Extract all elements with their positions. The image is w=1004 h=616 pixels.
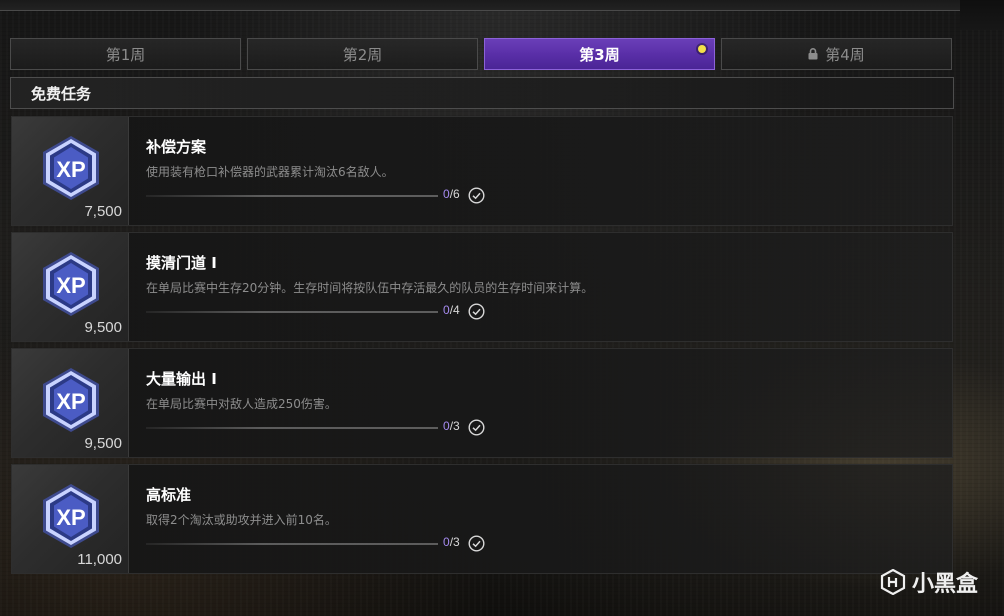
mission-body: 大量输出 I 在单局比赛中对敌人造成250伤害。 0/3 [129,349,952,457]
progress-bar [146,311,438,313]
progress-total: /3 [449,419,460,433]
week-tabs: 第1周 第2周 第3周 第4周 [10,38,952,72]
mission-reward: XP 9,500 [12,233,129,341]
progress-total: /4 [449,303,460,317]
watermark-text: 小黑盒 [911,572,978,597]
tab-week-1[interactable]: 第1周 [10,38,241,70]
tab-label: 第2周 [342,45,383,64]
tab-label: 第3周 [579,45,620,64]
mission-body: 摸清门道 I 在单局比赛中生存20分钟。生存时间将按队伍中存活最久的队员的生存时… [129,233,952,341]
mission-title: 高标准 [146,486,192,504]
tab-week-3[interactable]: 第3周 [484,38,715,70]
mission-reward: XP 7,500 [12,117,129,225]
xp-badge-icon: XP [43,368,99,432]
mission-body: 补偿方案 使用装有枪口补偿器的武器累计淘汰6名敌人。 0/6 [129,117,952,225]
tab-label: 第1周 [105,45,146,64]
progress-bar [146,195,438,197]
progress-count: 0/3 [443,535,460,549]
mission-body: 高标准 取得2个淘汰或助攻并进入前10名。 0/3 [129,465,952,573]
progress-count: 0/6 [443,187,460,201]
xp-badge-icon: XP [43,252,99,316]
mission-description: 在单局比赛中对敌人造成250伤害。 [146,397,337,411]
section-title: 免费任务 [31,84,92,103]
reward-xp-amount: 9,500 [84,435,122,452]
reward-xp-amount: 7,500 [84,203,122,220]
mission-description: 在单局比赛中生存20分钟。生存时间将按队伍中存活最久的队员的生存时间来计算。 [146,281,594,295]
reward-xp-amount: 11,000 [77,551,122,568]
progress-count: 0/4 [443,303,460,317]
mission-description: 取得2个淘汰或助攻并进入前10名。 [146,513,337,527]
heybox-logo-icon [880,569,906,595]
check-circle-icon[interactable] [468,535,485,552]
new-indicator-dot [698,45,706,53]
tab-week-4[interactable]: 第4周 [721,38,952,70]
tab-label: 第4周 [825,45,865,64]
progress-count: 0/3 [443,419,460,433]
svg-text:XP: XP [56,505,85,530]
progress-total: /6 [449,187,460,201]
top-panel-edge [0,0,960,11]
progress-bar [146,427,438,429]
mission-reward: XP 9,500 [12,349,129,457]
check-circle-icon[interactable] [468,303,485,320]
svg-text:XP: XP [56,389,85,414]
svg-text:XP: XP [56,273,85,298]
progress-current: 0 [443,535,450,549]
watermark: 小黑盒 [880,566,978,598]
progress-current: 0 [443,303,450,317]
top-right-shadow [960,0,1004,30]
progress-current: 0 [443,187,450,201]
mission-reward: XP 11,000 [12,465,129,573]
section-header-free-missions: 免费任务 [10,77,954,109]
progress-bar [146,543,438,545]
tab-week-2[interactable]: 第2周 [247,38,478,70]
check-circle-icon[interactable] [468,419,485,436]
mission-card[interactable]: XP 11,000 高标准 取得2个淘汰或助攻并进入前10名。 0/3 [11,464,953,574]
mission-card[interactable]: XP 9,500 摸清门道 I 在单局比赛中生存20分钟。生存时间将按队伍中存活… [11,232,953,342]
mission-card[interactable]: XP 7,500 补偿方案 使用装有枪口补偿器的武器累计淘汰6名敌人。 0/6 [11,116,953,226]
xp-badge-icon: XP [43,136,99,200]
svg-text:XP: XP [56,157,85,182]
mission-title: 摸清门道 I [146,254,217,272]
check-circle-icon[interactable] [468,187,485,204]
xp-badge-icon: XP [43,484,99,548]
progress-total: /3 [449,535,460,549]
reward-xp-amount: 9,500 [84,319,122,336]
progress-current: 0 [443,419,450,433]
lock-icon [808,48,818,60]
mission-list: XP 7,500 补偿方案 使用装有枪口补偿器的武器累计淘汰6名敌人。 0/6 [11,116,953,580]
mission-card[interactable]: XP 9,500 大量输出 I 在单局比赛中对敌人造成250伤害。 0/3 [11,348,953,458]
mission-title: 补偿方案 [146,138,207,156]
mission-description: 使用装有枪口补偿器的武器累计淘汰6名敌人。 [146,165,394,179]
mission-title: 大量输出 I [146,370,217,388]
